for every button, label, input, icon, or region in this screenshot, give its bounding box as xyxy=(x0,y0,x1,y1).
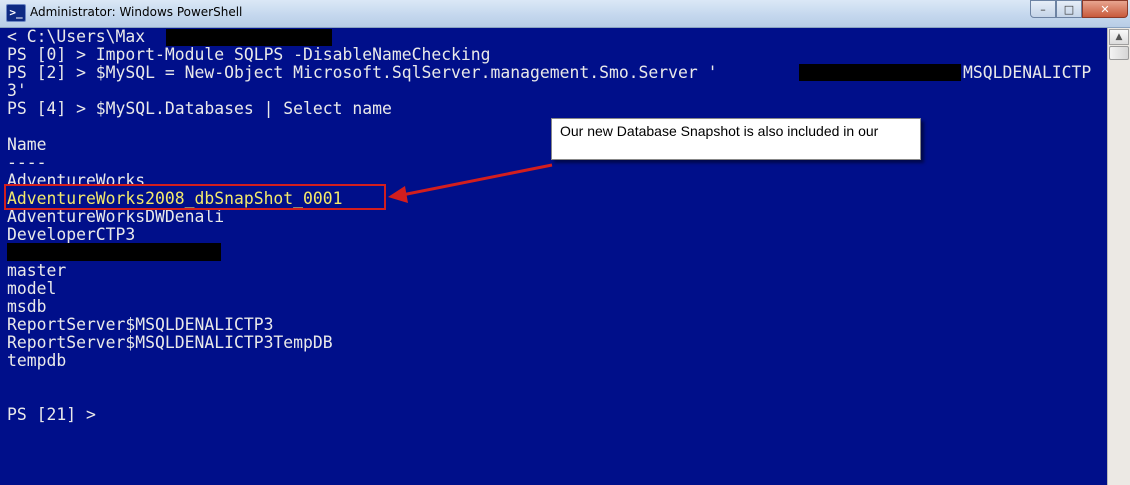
arrow-head-icon xyxy=(388,186,408,203)
scroll-up-icon[interactable]: ▲ xyxy=(1109,29,1129,45)
vertical-scrollbar[interactable]: ▲ xyxy=(1107,28,1130,485)
scroll-thumb[interactable] xyxy=(1109,46,1129,60)
annotation-arrow xyxy=(388,163,553,203)
callout-note: Our new Database Snapshot is also includ… xyxy=(551,118,921,160)
arrow-line xyxy=(401,163,553,197)
